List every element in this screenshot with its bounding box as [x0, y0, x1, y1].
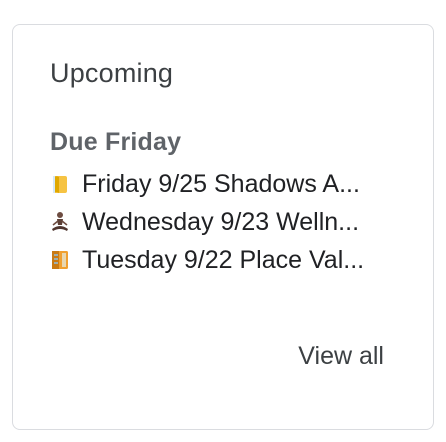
upcoming-list: Friday 9/25 Shadows A... Wednesday 9/23 …: [50, 165, 398, 279]
card-title: Upcoming: [50, 58, 174, 88]
view-all-button[interactable]: View all: [298, 342, 384, 371]
folded-paper-icon: [50, 172, 70, 196]
list-item-label: Wednesday 9/23 Welln...: [82, 207, 360, 236]
list-item-label: Friday 9/25 Shadows A...: [82, 169, 360, 198]
list-item-tuesday-place-value[interactable]: Tuesday 9/22 Place Val...: [50, 241, 398, 279]
due-section-label: Due Friday: [50, 128, 182, 156]
list-item-friday-shadows[interactable]: Friday 9/25 Shadows A...: [50, 165, 398, 203]
books-icon: [50, 248, 70, 272]
list-item-label: Tuesday 9/22 Place Val...: [82, 245, 365, 274]
meditation-person-icon: [50, 210, 70, 234]
list-item-wednesday-wellness[interactable]: Wednesday 9/23 Welln...: [50, 203, 398, 241]
